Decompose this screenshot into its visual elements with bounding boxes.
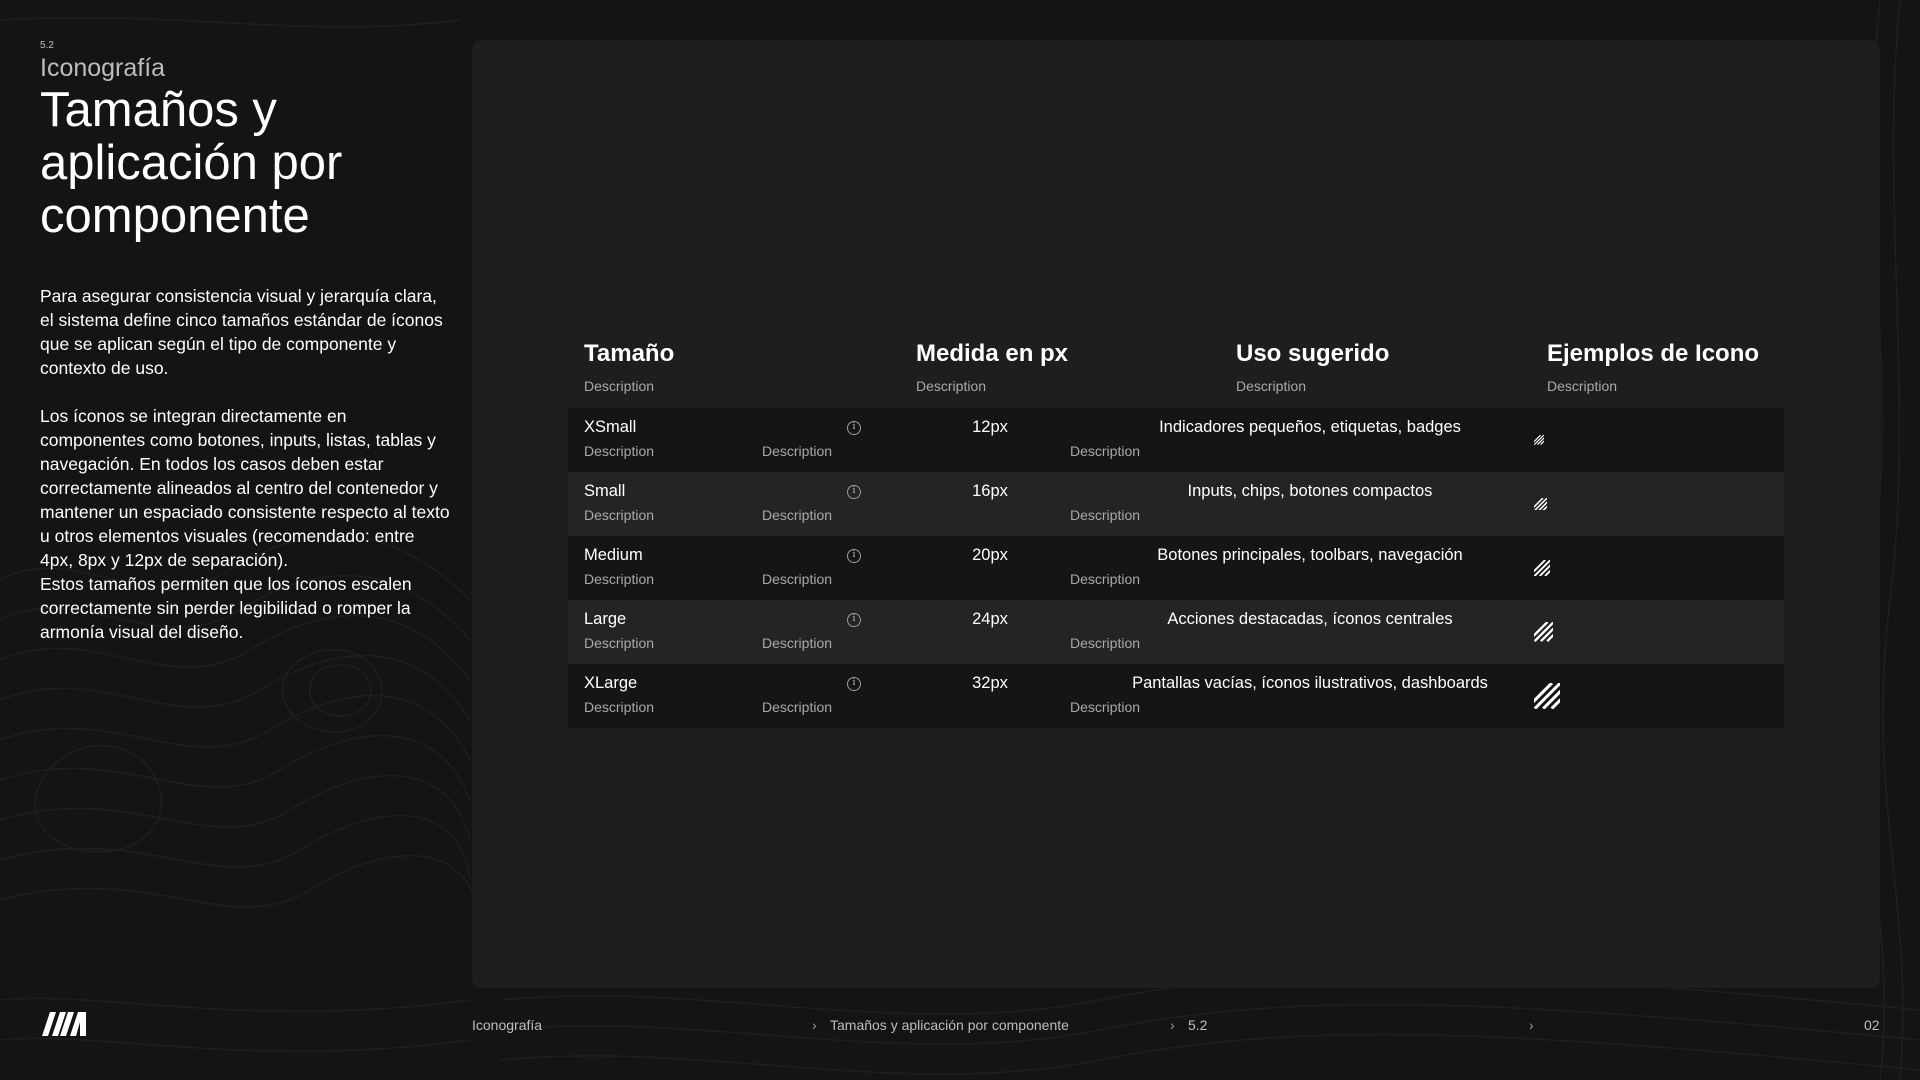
use-description: Description: [1070, 699, 1141, 715]
size-description: Description: [584, 571, 655, 587]
size-cell: Medium Description: [584, 546, 654, 587]
use-value: Inputs, chips, botones compactos: [1187, 482, 1433, 500]
hatch-icon: [1534, 622, 1554, 642]
px-cell: 12px Description: [762, 418, 1090, 459]
size-name: XLarge: [584, 674, 638, 692]
use-description: Description: [1070, 635, 1141, 651]
size-name: Small: [584, 482, 626, 500]
size-name: Large: [584, 610, 627, 628]
use-cell: Inputs, chips, botones compactos Descrip…: [1070, 482, 1550, 523]
intro-paragraph-1: Para asegurar consistencia visual y jera…: [40, 286, 443, 378]
size-cell: Large Description: [584, 610, 654, 651]
page-number: 02: [1864, 1017, 1880, 1033]
size-name: XSmall: [584, 418, 637, 436]
use-value: Acciones destacadas, íconos centrales: [1167, 610, 1453, 628]
size-description: Description: [584, 635, 655, 651]
hatch-icon: [1534, 435, 1544, 445]
use-value: Botones principales, toolbars, navegació…: [1157, 546, 1463, 564]
px-cell: 32px Description: [762, 674, 1090, 715]
col-description: Description: [1547, 378, 1618, 394]
size-cell: XLarge Description: [584, 674, 654, 715]
px-value: 16px: [972, 482, 1008, 500]
use-description: Description: [1070, 507, 1141, 523]
table-row: Large Description i 24px Description Acc…: [568, 600, 1784, 664]
hatch-icon: [1534, 560, 1550, 576]
use-value: Pantallas vacías, íconos ilustrativos, d…: [1132, 674, 1488, 692]
px-description: Description: [762, 571, 833, 587]
size-description: Description: [584, 443, 655, 459]
size-cell: Small Description: [584, 482, 654, 523]
px-description: Description: [762, 635, 833, 651]
col-title: Tamaño: [584, 340, 675, 367]
info-icon[interactable]: i: [847, 549, 861, 563]
px-description: Description: [762, 699, 833, 715]
px-description: Description: [762, 443, 833, 459]
col-header-use: Uso sugerido Description: [1236, 340, 1389, 394]
breadcrumb-number[interactable]: 5.2: [1188, 1017, 1207, 1033]
size-name: Medium: [584, 546, 643, 564]
size-description: Description: [584, 699, 655, 715]
chevron-right-icon: ›: [1529, 1017, 1534, 1033]
px-value: 24px: [972, 610, 1008, 628]
chevron-right-icon: ›: [812, 1017, 817, 1033]
col-header-size: Tamaño Description: [584, 340, 674, 394]
info-icon[interactable]: i: [847, 485, 861, 499]
col-description: Description: [1236, 378, 1307, 394]
icon-sizes-table: Tamaño Description Medida en px Descript…: [568, 330, 1784, 728]
use-value: Indicadores pequeños, etiquetas, badges: [1159, 418, 1461, 436]
use-cell: Indicadores pequeños, etiquetas, badges …: [1070, 418, 1550, 459]
use-cell: Acciones destacadas, íconos centrales De…: [1070, 610, 1550, 651]
use-cell: Botones principales, toolbars, navegació…: [1070, 546, 1550, 587]
size-description: Description: [584, 507, 655, 523]
chevron-right-icon: ›: [1170, 1017, 1175, 1033]
table-row: XSmall Description i 12px Description In…: [568, 408, 1784, 472]
info-icon[interactable]: i: [847, 677, 861, 691]
px-value: 20px: [972, 546, 1008, 564]
intro-text: Para asegurar consistencia visual y jera…: [40, 284, 452, 668]
px-value: 32px: [972, 674, 1008, 692]
intro-paragraph-3: Estos tamaños permiten que los íconos es…: [40, 574, 412, 642]
px-cell: 16px Description: [762, 482, 1090, 523]
col-description: Description: [916, 378, 987, 394]
col-title: Medida en px: [916, 340, 1069, 367]
col-description: Description: [584, 378, 655, 394]
hatch-icon: [1534, 683, 1560, 709]
px-cell: 20px Description: [762, 546, 1090, 587]
size-cell: XSmall Description: [584, 418, 654, 459]
px-description: Description: [762, 507, 833, 523]
col-title: Ejemplos de Icono: [1547, 340, 1760, 367]
hatch-icon: [1534, 497, 1547, 511]
col-header-px: Medida en px Description: [916, 340, 1068, 394]
table-row: Small Description i 16px Description Inp…: [568, 472, 1784, 536]
table-row: XLarge Description i 32px Description Pa…: [568, 664, 1784, 728]
section-number: 5.2: [40, 40, 54, 51]
use-cell: Pantallas vacías, íconos ilustrativos, d…: [1070, 674, 1550, 715]
use-description: Description: [1070, 571, 1141, 587]
breadcrumb-section[interactable]: Iconografía: [472, 1017, 542, 1033]
px-cell: 24px Description: [762, 610, 1090, 651]
brand-logo: [42, 1012, 86, 1036]
breadcrumb-page[interactable]: Tamaños y aplicación por componente: [830, 1017, 1069, 1033]
px-value: 12px: [972, 418, 1008, 436]
page-title: Tamaños y aplicación por componente: [40, 83, 343, 243]
info-icon[interactable]: i: [847, 613, 861, 627]
col-header-examples: Ejemplos de Icono Description: [1547, 340, 1759, 394]
col-title: Uso sugerido: [1236, 340, 1390, 367]
use-description: Description: [1070, 443, 1141, 459]
table-header: Tamaño Description Medida en px Descript…: [568, 330, 1784, 408]
intro-paragraph-2: Los íconos se integran directamente en c…: [40, 406, 450, 570]
table-row: Medium Description i 20px Description Bo…: [568, 536, 1784, 600]
info-icon[interactable]: i: [847, 421, 861, 435]
section-title: Iconografía: [40, 54, 166, 82]
